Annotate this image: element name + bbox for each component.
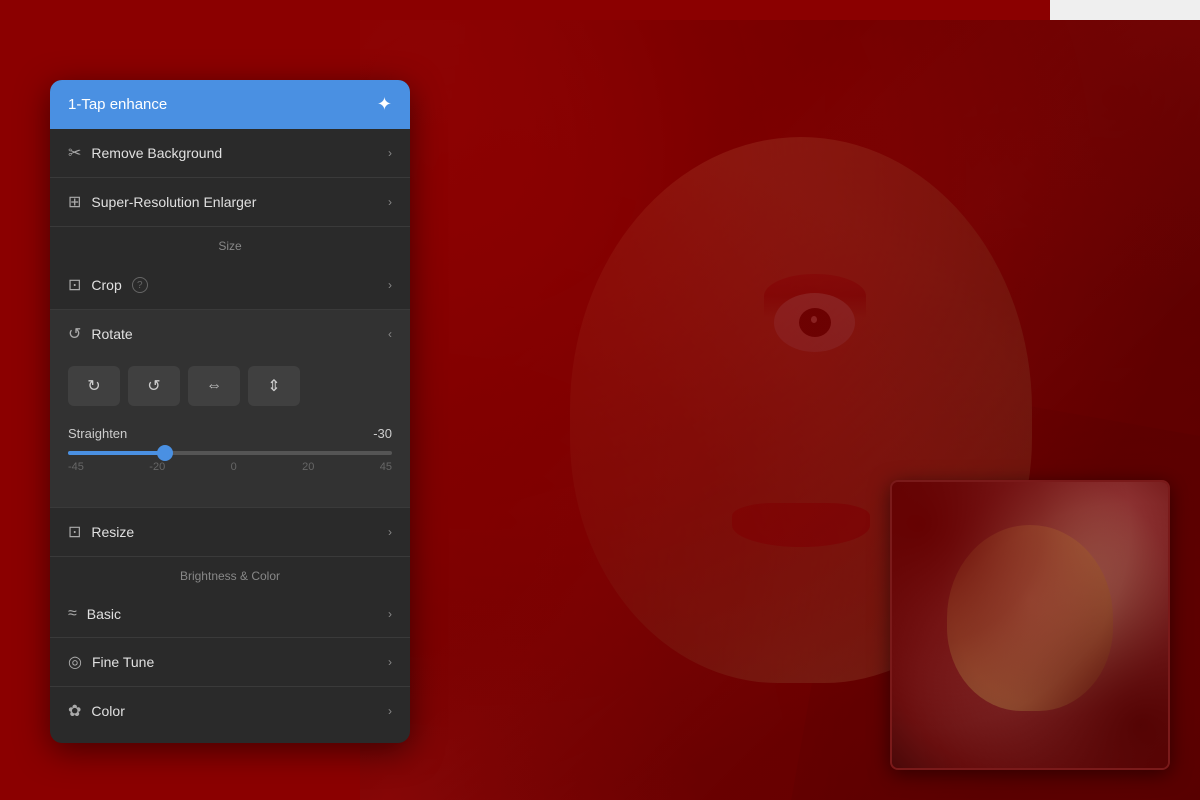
chevron-down-icon-4: ‹ bbox=[388, 327, 392, 341]
eye-pupil bbox=[799, 308, 832, 337]
rotate-ccw-button[interactable]: ↺ bbox=[128, 366, 180, 406]
slider-labels: -45 -20 0 20 45 bbox=[68, 461, 392, 473]
rotate-cw-button[interactable]: ↻ bbox=[68, 366, 120, 406]
straighten-label: Straighten bbox=[68, 426, 127, 441]
scissors-icon: ✂ bbox=[68, 143, 81, 163]
enhance-button[interactable]: 1-Tap enhance ✦ bbox=[50, 80, 410, 129]
resize-label: Resize bbox=[91, 524, 134, 540]
crop-label: Crop bbox=[91, 277, 121, 293]
eye-shine bbox=[811, 316, 818, 323]
flip-vertical-button[interactable]: ⇕ bbox=[248, 366, 300, 406]
super-res-left: ⊞ Super-Resolution Enlarger bbox=[68, 192, 256, 212]
crop-row[interactable]: ⊡ Crop ? › bbox=[50, 261, 410, 310]
size-section-label: Size bbox=[50, 227, 410, 261]
enhance-label: 1-Tap enhance bbox=[68, 96, 167, 113]
color-row[interactable]: ✿ Color › bbox=[50, 687, 410, 735]
basic-icon: ≈ bbox=[68, 605, 77, 623]
crop-help: Crop ? bbox=[91, 277, 147, 293]
eye-area bbox=[764, 274, 866, 372]
slider-track[interactable] bbox=[68, 451, 392, 455]
tick-0: 0 bbox=[231, 461, 237, 473]
straighten-value: -30 bbox=[373, 426, 392, 441]
rotate-header-left: ↺ Rotate bbox=[68, 324, 133, 344]
resize-left: ⊡ Resize bbox=[68, 522, 134, 542]
rotate-header[interactable]: ↺ Rotate ‹ bbox=[50, 310, 410, 358]
remove-bg-left: ✂ Remove Background bbox=[68, 143, 222, 163]
chevron-down-icon-3: › bbox=[388, 278, 392, 292]
crop-icon: ⊡ bbox=[68, 275, 81, 295]
flip-horizontal-button[interactable]: ⇔ bbox=[188, 366, 240, 406]
crop-left: ⊡ Crop ? bbox=[68, 275, 148, 295]
resize-row[interactable]: ⊡ Resize › bbox=[50, 508, 410, 557]
fine-tune-icon: ◎ bbox=[68, 652, 82, 672]
chevron-down-icon-8: › bbox=[388, 704, 392, 718]
color-icon: ✿ bbox=[68, 701, 81, 721]
color-label: Color bbox=[91, 703, 124, 719]
chevron-down-icon-7: › bbox=[388, 655, 392, 669]
basic-label: Basic bbox=[87, 606, 121, 622]
sidebar-panel: 1-Tap enhance ✦ ✂ Remove Background › ⊞ … bbox=[50, 80, 410, 743]
enhance-icon: ✦ bbox=[377, 94, 392, 115]
basic-row[interactable]: ≈ Basic › bbox=[50, 591, 410, 638]
main-image-area bbox=[360, 20, 1200, 800]
thumbnail-preview bbox=[890, 480, 1170, 770]
rotate-buttons-row: ↻ ↺ ⇔ ⇕ bbox=[50, 358, 410, 418]
sidebar-bottom-padding bbox=[50, 735, 410, 743]
slider-fill bbox=[68, 451, 165, 455]
remove-bg-label: Remove Background bbox=[91, 145, 222, 161]
slider-thumb[interactable] bbox=[157, 445, 173, 461]
super-resolution-row[interactable]: ⊞ Super-Resolution Enlarger › bbox=[50, 178, 410, 227]
thumbnail-fabric bbox=[892, 482, 1168, 768]
thumbnail-image bbox=[892, 482, 1168, 768]
rotate-icon: ↺ bbox=[68, 324, 81, 344]
chevron-down-icon-6: › bbox=[388, 607, 392, 621]
enlarge-icon: ⊞ bbox=[68, 192, 81, 212]
super-res-label: Super-Resolution Enlarger bbox=[91, 194, 256, 210]
rotate-section: ↺ Rotate ‹ ↻ ↺ ⇔ ⇕ Straighten -30 bbox=[50, 310, 410, 508]
straighten-header: Straighten -30 bbox=[68, 426, 392, 441]
tick-minus20: -20 bbox=[149, 461, 165, 473]
chevron-down-icon-5: › bbox=[388, 525, 392, 539]
basic-left: ≈ Basic bbox=[68, 605, 121, 623]
lips-art bbox=[732, 503, 871, 547]
help-icon[interactable]: ? bbox=[132, 277, 148, 293]
straighten-slider-container: -45 -20 0 20 45 bbox=[68, 451, 392, 491]
brightness-section-label: Brightness & Color bbox=[50, 557, 410, 591]
color-left: ✿ Color bbox=[68, 701, 125, 721]
rotate-label: Rotate bbox=[91, 326, 132, 342]
chevron-down-icon-2: › bbox=[388, 195, 392, 209]
straighten-section: Straighten -30 -45 -20 0 20 45 bbox=[50, 418, 410, 507]
resize-icon: ⊡ bbox=[68, 522, 81, 542]
tick-minus45: -45 bbox=[68, 461, 84, 473]
fine-tune-row[interactable]: ◎ Fine Tune › bbox=[50, 638, 410, 687]
eye-white bbox=[774, 293, 855, 352]
chevron-down-icon: › bbox=[388, 146, 392, 160]
fine-tune-label: Fine Tune bbox=[92, 654, 154, 670]
remove-background-row[interactable]: ✂ Remove Background › bbox=[50, 129, 410, 178]
fine-tune-left: ◎ Fine Tune bbox=[68, 652, 154, 672]
tick-20: 20 bbox=[302, 461, 314, 473]
tick-45: 45 bbox=[380, 461, 392, 473]
